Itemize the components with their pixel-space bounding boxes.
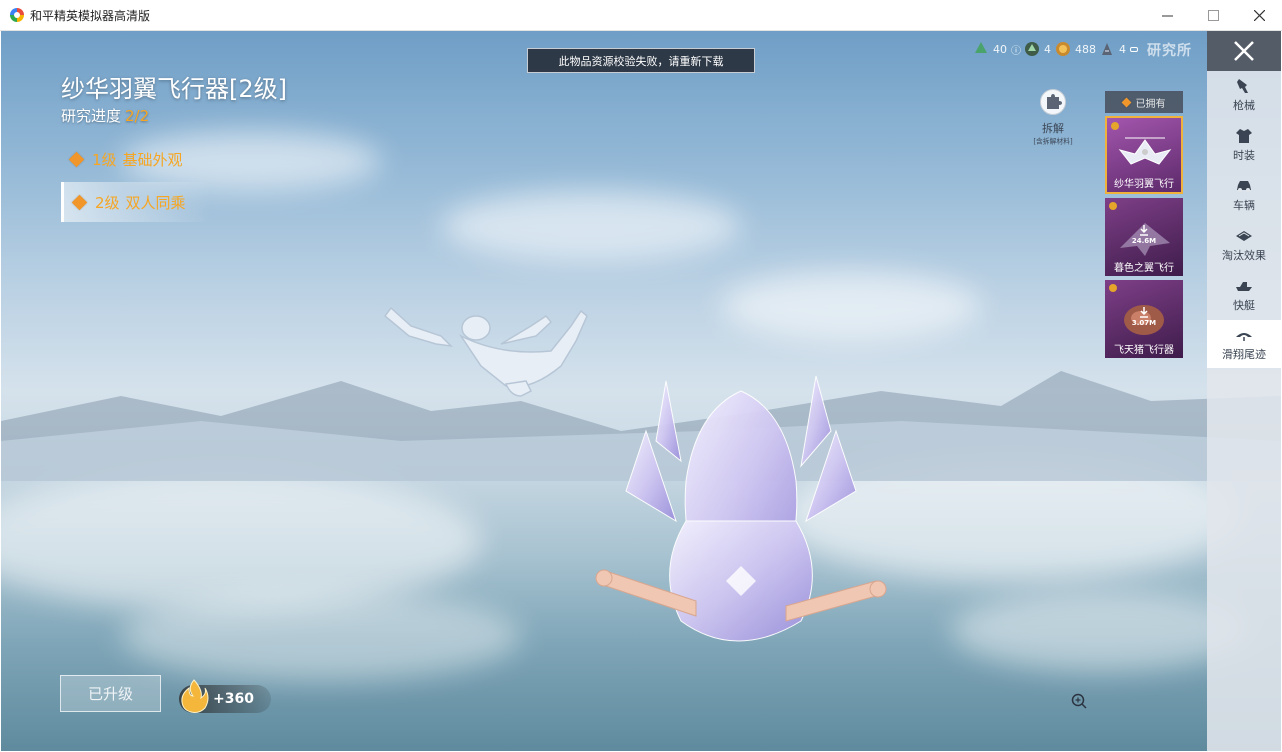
tree-token-icon [1025, 42, 1039, 56]
owned-header: 已拥有 [1105, 91, 1183, 113]
diamond-icon [1121, 97, 1131, 107]
owned-label: 已拥有 [1135, 98, 1166, 110]
level-row-1[interactable]: 1级 基础外观 [61, 139, 211, 179]
minimize-button[interactable] [1144, 0, 1190, 31]
level-name: 双人同乘 [125, 193, 186, 212]
glider-thumbnail [1118, 137, 1172, 165]
zoom-in-icon[interactable] [1071, 693, 1087, 709]
sidebar-item-label: 枪械 [1233, 98, 1255, 112]
diamond-icon [71, 194, 88, 210]
close-icon [1234, 41, 1254, 61]
currency-gold: 488 [1055, 39, 1096, 59]
app-logo-icon [10, 8, 24, 22]
window-titlebar: 和平精英模拟器高清版 [0, 0, 1282, 31]
currency-tree: 4 [1024, 39, 1051, 59]
currency-green: 40 ⓘ [973, 39, 1021, 59]
window-controls [1144, 0, 1282, 31]
close-icon [1253, 10, 1265, 21]
card-name: 飞天猪飞行器 [1114, 345, 1174, 356]
reward-amount: +360 [213, 691, 254, 707]
diamond-icon [68, 151, 85, 167]
minimize-icon [1161, 15, 1173, 17]
badge-icon [1109, 284, 1117, 292]
sidebar-item-vehicles[interactable]: 车辆 [1207, 171, 1281, 219]
level-name: 基础外观 [122, 150, 183, 169]
item-card[interactable]: 纱华羽翼飞行 [1105, 116, 1183, 194]
boat-icon [1236, 281, 1252, 291]
download-size: 24.6M [1131, 237, 1157, 245]
decompose-button[interactable]: 拆解 [含拆解材料] [1029, 89, 1077, 147]
progress-label: 研究进度 [61, 107, 122, 125]
download-size: 3.07M [1131, 319, 1157, 327]
progress-value: 2/2 [125, 107, 150, 125]
item-card[interactable]: 24.6M 暮色之翼飞行 [1105, 198, 1183, 276]
upgraded-button[interactable]: 已升级 [60, 675, 161, 712]
currency-chip: 4 [1099, 39, 1138, 59]
gold-coin-icon [1056, 42, 1070, 56]
close-panel-button[interactable] [1207, 31, 1281, 71]
cloud [951, 591, 1251, 671]
elimination-icon [1236, 230, 1252, 241]
green-coin-icon [975, 42, 987, 53]
sidebar-item-label: 车辆 [1233, 198, 1255, 212]
item-card[interactable]: 3.07M 飞天猪飞行器 [1105, 280, 1183, 358]
toggle-icon[interactable] [1130, 46, 1138, 52]
card-name: 纱华羽翼飞行 [1114, 179, 1174, 190]
sidebar-item-boats[interactable]: 快艇 [1207, 271, 1281, 319]
research-institute-label: 研究所 [1147, 43, 1192, 59]
crystal-glider [595, 375, 887, 642]
puzzle-icon [1040, 89, 1066, 115]
cloud [121, 591, 521, 681]
window-title: 和平精英模拟器高清版 [30, 8, 151, 23]
badge-icon [1109, 202, 1117, 210]
download-icon [1140, 307, 1148, 318]
cloud [441, 191, 741, 261]
sidebar-item-outfits[interactable]: 时装 [1207, 121, 1281, 169]
game-viewport: 此物品资源校验失败，请重新下载 纱华羽翼飞行器[2级] 研究进度 2/2 1级 基… [1, 31, 1281, 751]
cloud [721, 271, 981, 341]
cloud [1, 471, 481, 611]
currency-value: 4 [1119, 42, 1126, 56]
close-window-button[interactable] [1236, 0, 1282, 31]
currency-value: 4 [1044, 42, 1051, 56]
info-icon[interactable]: ⓘ [1011, 42, 1021, 57]
sidebar-item-elimination-effects[interactable]: 淘汰效果 [1207, 221, 1281, 269]
flame-icon [181, 679, 209, 713]
decompose-label: 拆解 [1042, 122, 1064, 135]
glider-trail-icon [1236, 332, 1252, 341]
badge-icon [1111, 122, 1119, 130]
research-progress: 研究进度 2/2 [61, 105, 149, 126]
download-icon [1140, 225, 1148, 236]
outfit-icon [1236, 128, 1252, 143]
maximize-button[interactable] [1190, 0, 1236, 31]
maximize-icon [1207, 10, 1219, 21]
decompose-sublabel: [含拆解材料] [1033, 137, 1073, 146]
sidebar-item-glider-trails[interactable]: 滑翔尾迹 [1207, 320, 1281, 368]
download-indicator[interactable]: 3.07M [1105, 306, 1183, 327]
sidebar-item-guns[interactable]: 枪械 [1207, 71, 1281, 119]
sidebar-item-label: 快艇 [1233, 298, 1255, 312]
currency-value: 40 [993, 42, 1007, 56]
chip-token-icon [1102, 43, 1112, 55]
category-sidebar: 枪械 时装 车辆 淘汰效果 快艇 滑翔尾迹 [1207, 31, 1281, 751]
item-title: 纱华羽翼飞行器[2级] [61, 75, 287, 103]
sidebar-item-label: 淘汰效果 [1222, 248, 1266, 262]
level-number: 1级 [92, 150, 117, 169]
sidebar-item-label: 滑翔尾迹 [1222, 347, 1266, 361]
level-number: 2级 [95, 193, 120, 212]
download-indicator[interactable]: 24.6M [1105, 224, 1183, 245]
currency-value: 488 [1075, 42, 1096, 56]
level-row-2[interactable]: 2级 双人同乘 [61, 182, 211, 222]
card-name: 暮色之翼飞行 [1114, 263, 1174, 274]
gun-icon [1237, 78, 1248, 93]
error-toast: 此物品资源校验失败，请重新下载 [527, 48, 755, 73]
skydiver-figure [383, 306, 588, 397]
car-icon [1237, 180, 1251, 192]
sidebar-item-label: 时装 [1233, 148, 1255, 162]
